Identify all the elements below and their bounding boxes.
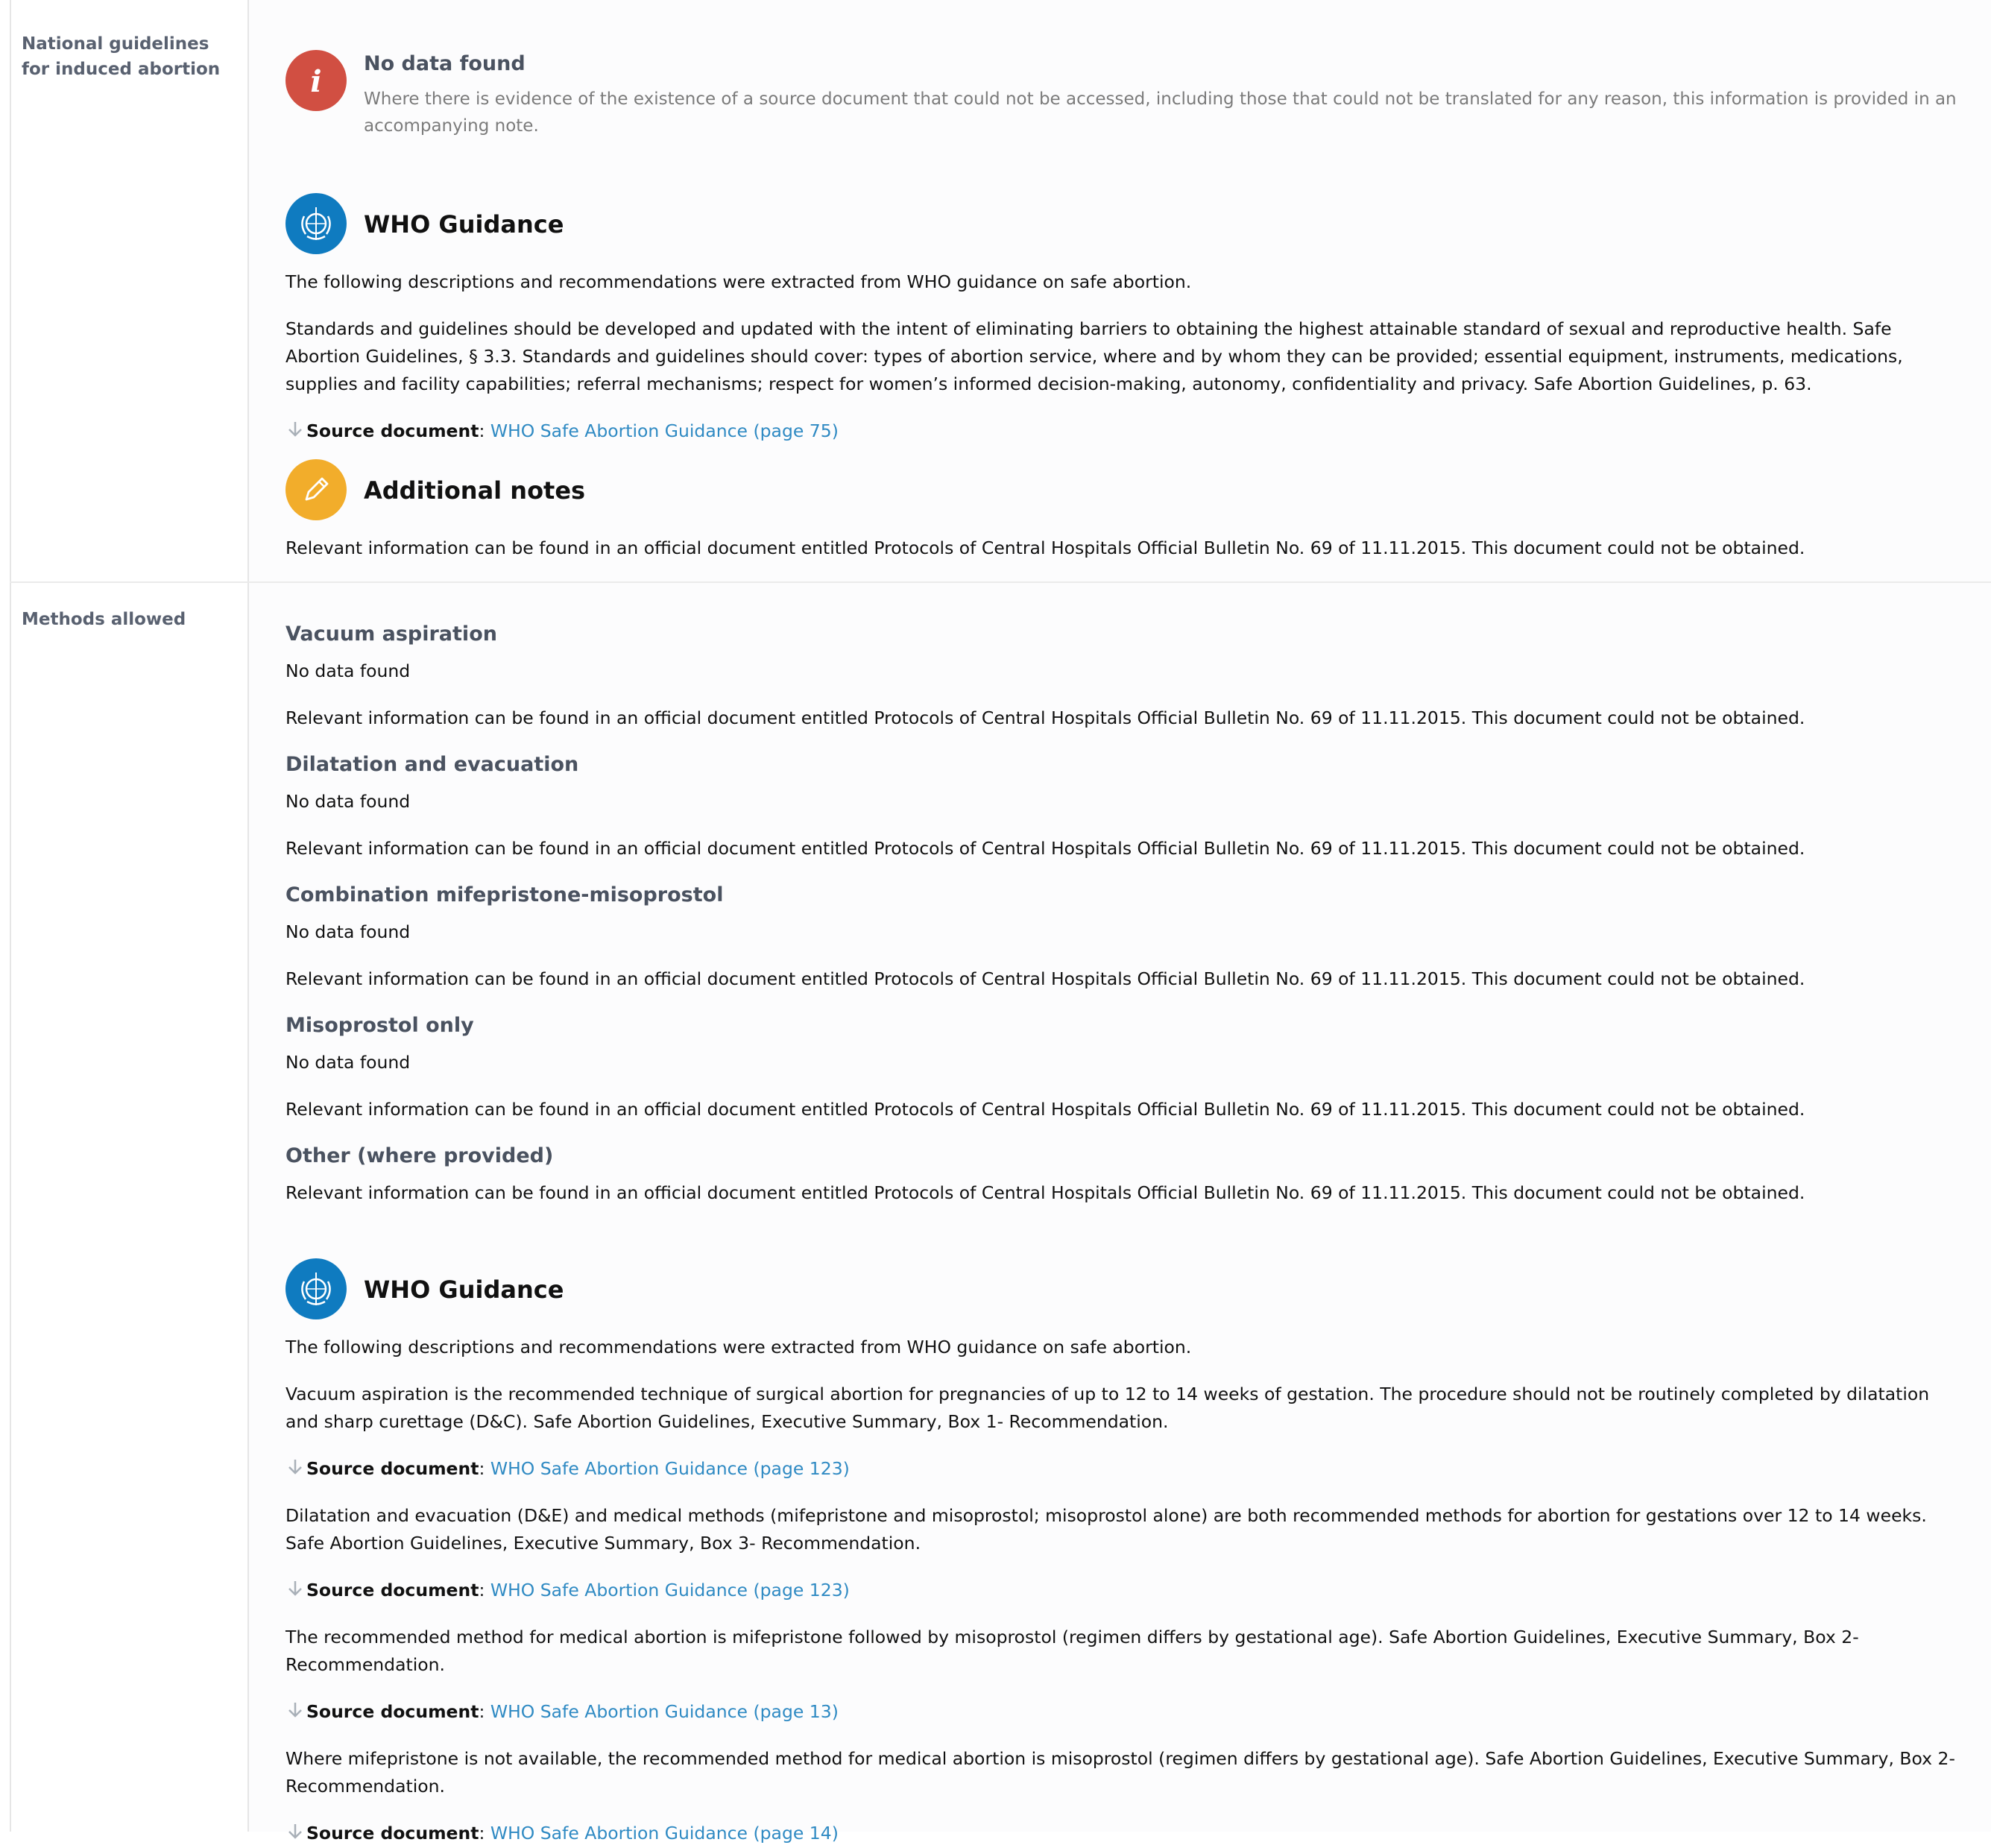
who-emblem-icon — [285, 1258, 347, 1319]
method-title: Combination mifepristone-misoprostol — [285, 883, 724, 906]
arrow-down-icon — [285, 1821, 306, 1848]
source-link[interactable]: WHO Safe Abortion Guidance (page 123) — [490, 1458, 850, 1479]
arrow-down-icon — [285, 1700, 306, 1726]
table-column-divider — [247, 0, 249, 1832]
source-document-line: Source document: WHO Safe Abortion Guida… — [285, 1698, 839, 1726]
source-document-line: Source document: WHO Safe Abortion Guida… — [285, 1577, 850, 1605]
source-label: Source document — [306, 1701, 479, 1722]
arrow-down-icon — [285, 1578, 306, 1605]
method-note: Relevant information can be found in an … — [285, 838, 1805, 859]
who-guidance-paragraph: Standards and guidelines should be devel… — [285, 318, 1903, 394]
who-guidance-paragraph: The recommended method for medical abort… — [285, 1627, 1859, 1675]
source-label: Source document — [306, 1580, 479, 1601]
method-title: Dilatation and evacuation — [285, 753, 579, 776]
method-note: Relevant information can be found in an … — [285, 1182, 1805, 1203]
source-label: Source document — [306, 1458, 479, 1479]
row-divider — [10, 581, 1991, 583]
method-title: Other (where provided) — [285, 1144, 554, 1167]
row-label-methods-allowed: Methods allowed — [22, 610, 186, 629]
who-guidance-heading: WHO Guidance — [364, 1275, 564, 1304]
source-document-line: Source document: WHO Safe Abortion Guida… — [285, 1455, 850, 1483]
source-link[interactable]: WHO Safe Abortion Guidance (page 123) — [490, 1580, 850, 1601]
additional-notes-text: Relevant information can be found in an … — [285, 537, 1805, 558]
who-guidance-paragraph: Dilatation and evacuation (D&E) and medi… — [285, 1505, 1927, 1554]
row-label-national-guidelines: National guidelines for induced abortion — [22, 34, 221, 79]
no-data-title: No data found — [364, 52, 526, 75]
source-document-line: Source document: WHO Safe Abortion Guida… — [285, 1820, 839, 1848]
info-icon: i — [285, 50, 347, 111]
method-no-data: No data found — [285, 1052, 411, 1073]
method-no-data: No data found — [285, 921, 411, 942]
svg-text:i: i — [310, 64, 321, 99]
country-profile-table: National guidelines for induced abortion… — [10, 0, 1991, 1844]
who-guidance-paragraph: Vacuum aspiration is the recommended tec… — [285, 1384, 1930, 1432]
who-guidance-heading: WHO Guidance — [364, 210, 564, 239]
additional-notes-heading: Additional notes — [364, 476, 586, 505]
who-guidance-intro: The following descriptions and recommend… — [285, 1337, 1192, 1357]
method-note: Relevant information can be found in an … — [285, 707, 1805, 728]
method-note: Relevant information can be found in an … — [285, 1099, 1805, 1120]
method-no-data: No data found — [285, 791, 411, 812]
table-border-left — [10, 0, 11, 1832]
source-link[interactable]: WHO Safe Abortion Guidance (page 75) — [490, 420, 839, 441]
method-title: Misoprostol only — [285, 1014, 474, 1037]
source-label: Source document — [306, 1823, 479, 1844]
method-no-data: No data found — [285, 660, 411, 681]
no-data-explanation: Where there is evidence of the existence… — [364, 89, 1957, 136]
source-link[interactable]: WHO Safe Abortion Guidance (page 14) — [490, 1823, 839, 1844]
method-note: Relevant information can be found in an … — [285, 968, 1805, 989]
pencil-icon — [285, 459, 347, 520]
method-title: Vacuum aspiration — [285, 622, 497, 646]
who-guidance-paragraph: Where mifepristone is not available, the… — [285, 1748, 1955, 1797]
source-link[interactable]: WHO Safe Abortion Guidance (page 13) — [490, 1701, 839, 1722]
source-label: Source document — [306, 420, 479, 441]
source-document-line: Source document: WHO Safe Abortion Guida… — [285, 417, 839, 446]
arrow-down-icon — [285, 419, 306, 446]
who-emblem-icon — [285, 193, 347, 254]
who-guidance-intro: The following descriptions and recommend… — [285, 271, 1192, 292]
arrow-down-icon — [285, 1457, 306, 1483]
